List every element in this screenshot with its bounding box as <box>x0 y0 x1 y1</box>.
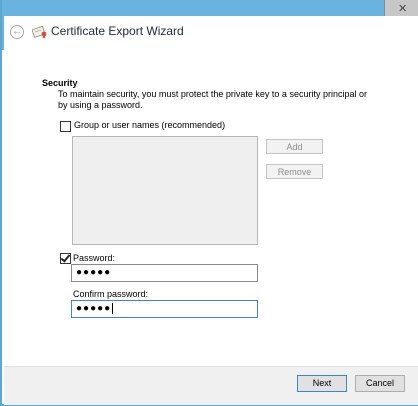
group-or-user-checkbox[interactable] <box>60 121 71 132</box>
users-list[interactable] <box>72 136 258 245</box>
wizard-content: Security To maintain security, you must … <box>4 50 418 366</box>
password-value: ●●●●● <box>76 267 112 278</box>
close-icon: ✕ <box>398 3 408 15</box>
confirm-password-label: Confirm password: <box>73 289 149 299</box>
wizard-header: ← Certificate Export Wizard <box>4 16 418 50</box>
add-button[interactable]: Add <box>266 139 323 154</box>
section-description: To maintain security, you must protect t… <box>58 89 367 110</box>
next-button[interactable]: Next <box>297 375 347 392</box>
group-or-user-label: Group or user names (recommended) <box>74 120 226 130</box>
confirm-password-value: ●●●●● <box>76 303 112 314</box>
cancel-button[interactable]: Cancel <box>355 375 405 392</box>
back-arrow-icon: ← <box>12 26 22 37</box>
wizard-window: ✕ ← Certificate Export Wizard Security T… <box>0 0 418 406</box>
text-caret <box>112 302 114 314</box>
password-label: Password: <box>73 253 116 263</box>
password-checkbox[interactable] <box>60 253 71 264</box>
wizard-footer: Next Cancel <box>4 366 418 405</box>
password-input[interactable]: ●●●●● <box>71 264 258 282</box>
back-button[interactable]: ← <box>10 25 24 39</box>
remove-button[interactable]: Remove <box>266 164 323 179</box>
section-title: Security <box>42 78 78 88</box>
certificate-icon <box>32 25 47 39</box>
wizard-title: Certificate Export Wizard <box>51 24 184 38</box>
confirm-password-input[interactable]: ●●●●● <box>71 300 258 318</box>
